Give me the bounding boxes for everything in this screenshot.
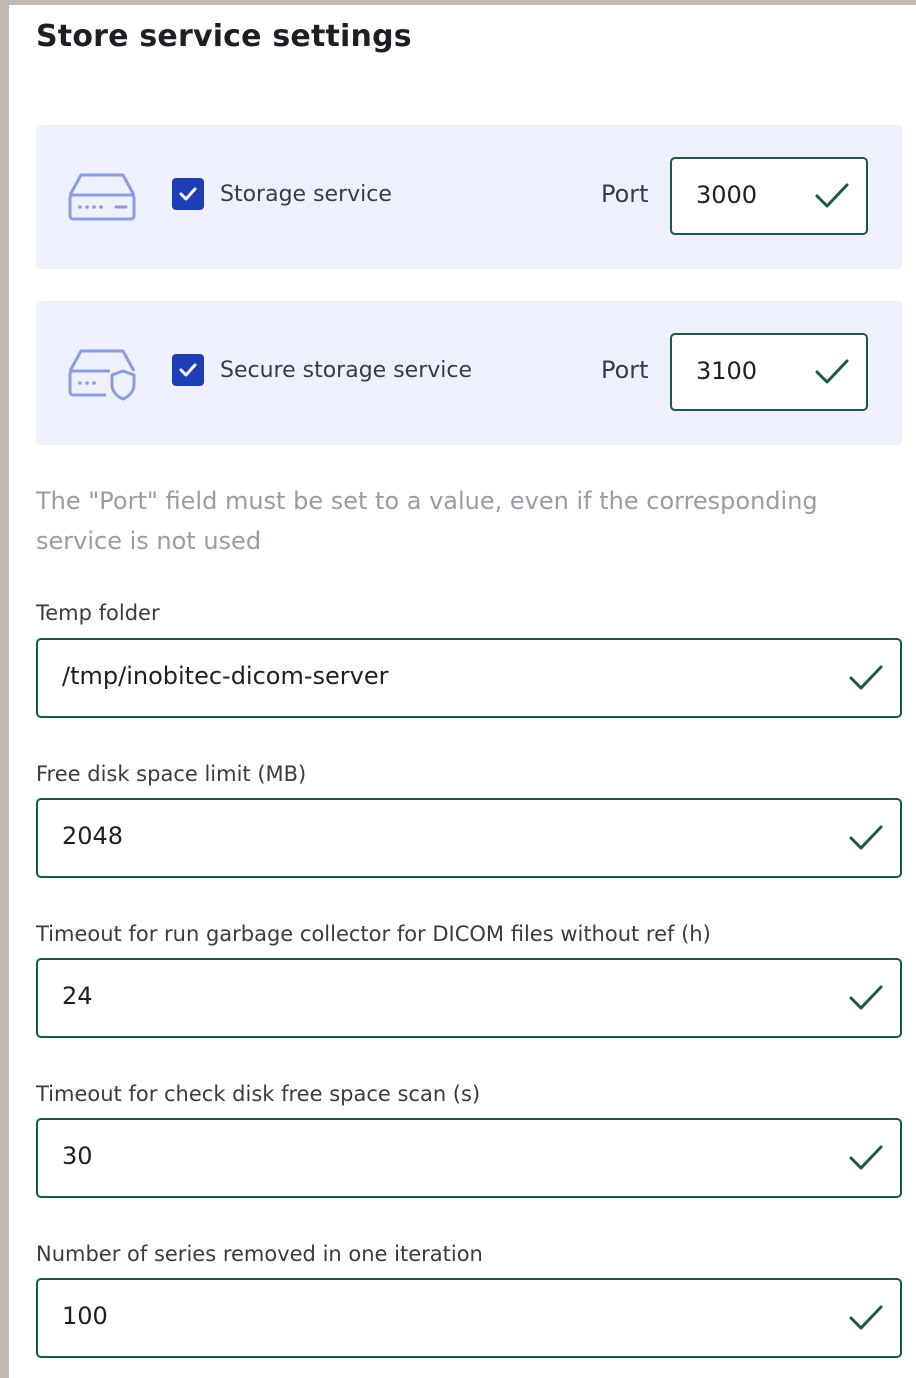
gc-timeout-input[interactable]: 24	[36, 958, 902, 1038]
valid-check-icon	[815, 183, 849, 208]
disk-scan-timeout-label: Timeout for check disk free space scan (…	[36, 1082, 481, 1106]
free-disk-space-limit-input[interactable]: 2048	[36, 798, 902, 878]
valid-check-icon	[849, 1305, 883, 1330]
free-disk-space-limit-label: Free disk space limit (MB)	[36, 762, 307, 786]
secure-storage-service-label: Secure storage service	[220, 358, 473, 383]
secure-port-label: Port	[601, 356, 649, 384]
valid-check-icon	[815, 359, 849, 384]
temp-folder-input[interactable]: /tmp/inobitec-dicom-server	[36, 638, 902, 718]
disk-scan-timeout-input[interactable]: 30	[36, 1118, 902, 1198]
valid-check-icon	[849, 1145, 883, 1170]
secure-storage-service-checkbox[interactable]	[172, 354, 204, 386]
storage-port-value: 3000	[696, 181, 758, 209]
free-disk-space-limit-value: 2048	[62, 822, 124, 850]
temp-folder-label: Temp folder	[36, 601, 160, 625]
series-removed-value: 100	[62, 1302, 108, 1330]
series-removed-label: Number of series removed in one iteratio…	[36, 1242, 483, 1266]
store-service-settings-page: Store service settings Storage service P…	[0, 0, 916, 1378]
gc-timeout-label: Timeout for run garbage collector for DI…	[36, 922, 711, 946]
series-removed-input[interactable]: 100	[36, 1278, 902, 1358]
storage-port-label: Port	[601, 180, 649, 208]
valid-check-icon	[849, 985, 883, 1010]
storage-service-card: Storage service Port 3000	[36, 125, 902, 269]
server-drive-icon	[68, 173, 136, 221]
temp-folder-value: /tmp/inobitec-dicom-server	[62, 662, 389, 690]
storage-port-input[interactable]: 3000	[670, 157, 868, 235]
checkbox-check-icon	[179, 363, 197, 377]
page-title: Store service settings	[36, 19, 412, 54]
secure-storage-service-card: Secure storage service Port 3100	[36, 301, 902, 445]
valid-check-icon	[849, 665, 883, 690]
port-hint-text: The "Port" field must be set to a value,…	[36, 487, 818, 555]
checkbox-check-icon	[179, 187, 197, 201]
storage-service-checkbox[interactable]	[172, 178, 204, 210]
secure-server-drive-icon	[68, 349, 136, 401]
storage-service-label: Storage service	[220, 182, 392, 207]
secure-port-input[interactable]: 3100	[670, 333, 868, 411]
secure-port-value: 3100	[696, 357, 758, 385]
valid-check-icon	[849, 825, 883, 850]
gc-timeout-value: 24	[62, 982, 93, 1010]
disk-scan-timeout-value: 30	[62, 1142, 93, 1170]
